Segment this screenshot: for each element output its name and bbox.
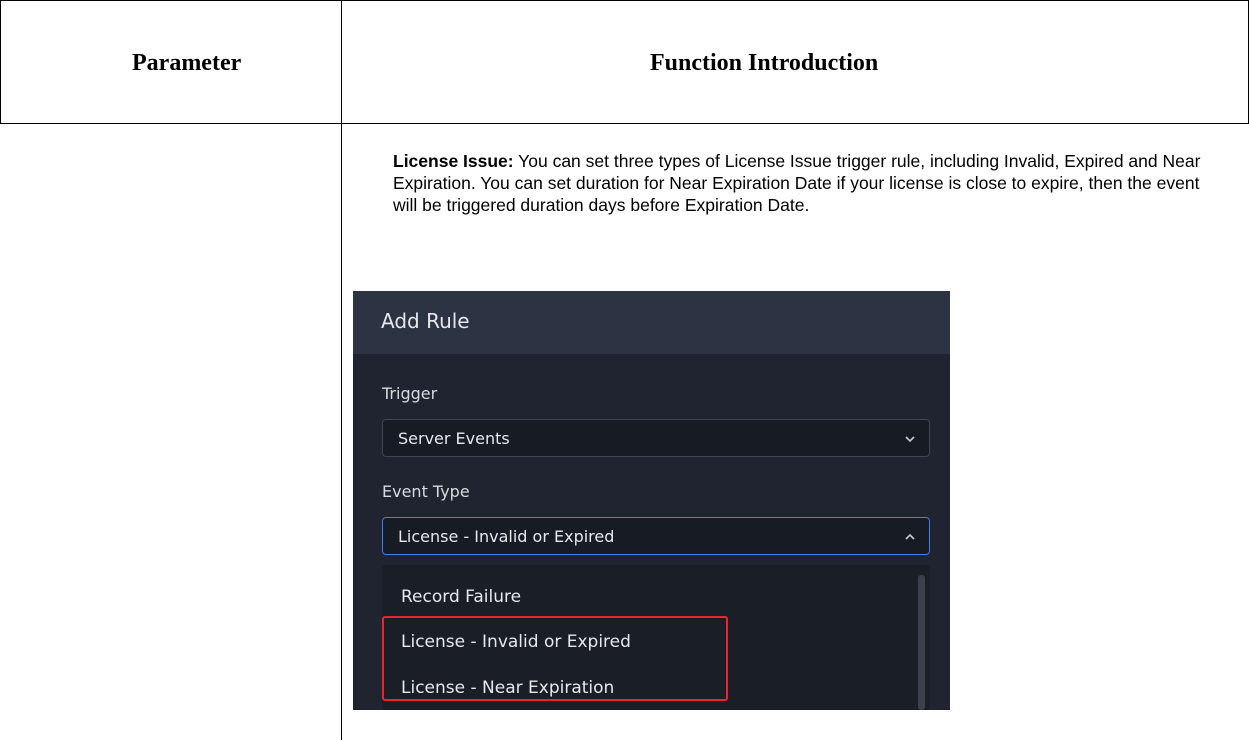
table-column-divider: [341, 0, 342, 740]
chevron-down-icon: [905, 436, 915, 443]
trigger-select[interactable]: Server Events: [382, 419, 930, 457]
trigger-value: Server Events: [398, 429, 510, 448]
table-border-top: [0, 0, 1249, 1]
dialog-title: Add Rule: [381, 309, 470, 333]
header-parameter: Parameter: [132, 50, 242, 76]
license-issue-term: License Issue:: [393, 151, 514, 171]
table-row-divider: [0, 123, 1249, 124]
add-rule-dialog: Add Rule Trigger Server Events Event Typ…: [353, 291, 950, 710]
dropdown-scrollbar[interactable]: [918, 575, 925, 710]
event-type-select[interactable]: License - Invalid or Expired: [382, 517, 930, 555]
table-border-left: [0, 0, 1, 124]
license-issue-description: License Issue: You can set three types o…: [393, 150, 1223, 216]
chevron-up-icon: [905, 533, 915, 540]
event-type-label: Event Type: [382, 482, 470, 501]
event-type-dropdown: Record Failure License - Invalid or Expi…: [382, 565, 930, 710]
event-type-value: License - Invalid or Expired: [398, 527, 615, 546]
parameter-table: Parameter Function Introduction License …: [0, 0, 1249, 740]
header-function-introduction: Function Introduction: [650, 50, 879, 76]
highlight-box: [382, 616, 728, 701]
trigger-label: Trigger: [382, 384, 438, 403]
dialog-header: Add Rule: [353, 291, 950, 354]
option-record-failure[interactable]: Record Failure: [401, 587, 521, 607]
license-issue-text: You can set three types of License Issue…: [393, 151, 1201, 215]
